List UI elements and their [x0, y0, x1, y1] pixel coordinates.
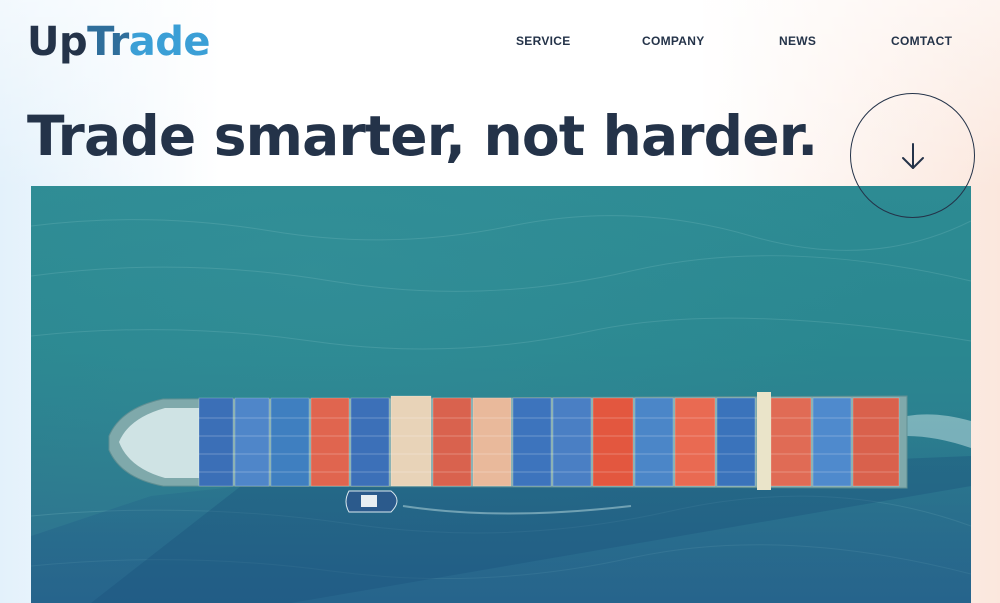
site-header: UpTrade SERVICE COMPANY NEWS COMTACT — [0, 0, 1000, 90]
nav-link-contact[interactable]: COMTACT — [891, 34, 952, 48]
hero-headline: Trade smarter, not harder. — [27, 104, 818, 168]
nav-link-company[interactable]: COMPANY — [642, 34, 705, 48]
nav-link-news[interactable]: NEWS — [779, 34, 816, 48]
container-ship-illustration — [31, 215, 971, 603]
scroll-down-button[interactable] — [850, 93, 975, 218]
nav-link-service[interactable]: SERVICE — [516, 34, 571, 48]
hero-image — [31, 186, 971, 603]
arrow-down-icon — [902, 143, 924, 169]
main-nav: SERVICE COMPANY NEWS COMTACT — [0, 34, 1000, 50]
